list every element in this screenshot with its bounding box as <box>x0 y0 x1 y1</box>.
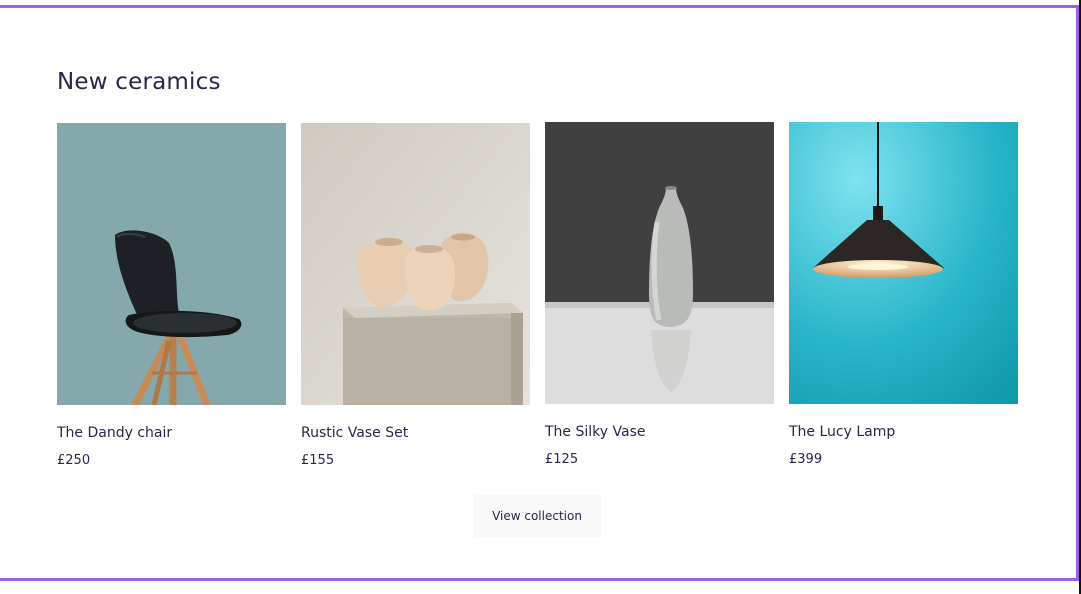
product-image-vase-set[interactable] <box>301 123 530 405</box>
product-name[interactable]: The Lucy Lamp <box>789 424 895 440</box>
view-collection-button[interactable]: View collection <box>473 495 601 537</box>
product-image-silky-vase[interactable] <box>545 122 774 404</box>
product-image-chair[interactable] <box>57 123 286 405</box>
product-name[interactable]: The Dandy chair <box>57 425 172 441</box>
product-card[interactable]: The Dandy chair £250 <box>57 123 286 468</box>
product-image-lamp[interactable] <box>789 122 1018 404</box>
product-name[interactable]: Rustic Vase Set <box>301 425 408 441</box>
frame-border-bottom <box>0 578 1076 581</box>
product-name[interactable]: The Silky Vase <box>545 424 645 440</box>
frame-border-top <box>0 5 1076 8</box>
product-card[interactable]: Rustic Vase Set £155 <box>301 123 530 468</box>
product-price: £155 <box>301 453 335 468</box>
product-price: £399 <box>789 452 823 467</box>
product-card[interactable]: The Silky Vase £125 <box>545 122 774 467</box>
product-price: £250 <box>57 453 91 468</box>
section-title: New ceramics <box>57 69 221 95</box>
product-price: £125 <box>545 452 579 467</box>
product-card[interactable]: The Lucy Lamp £399 <box>789 122 1018 467</box>
